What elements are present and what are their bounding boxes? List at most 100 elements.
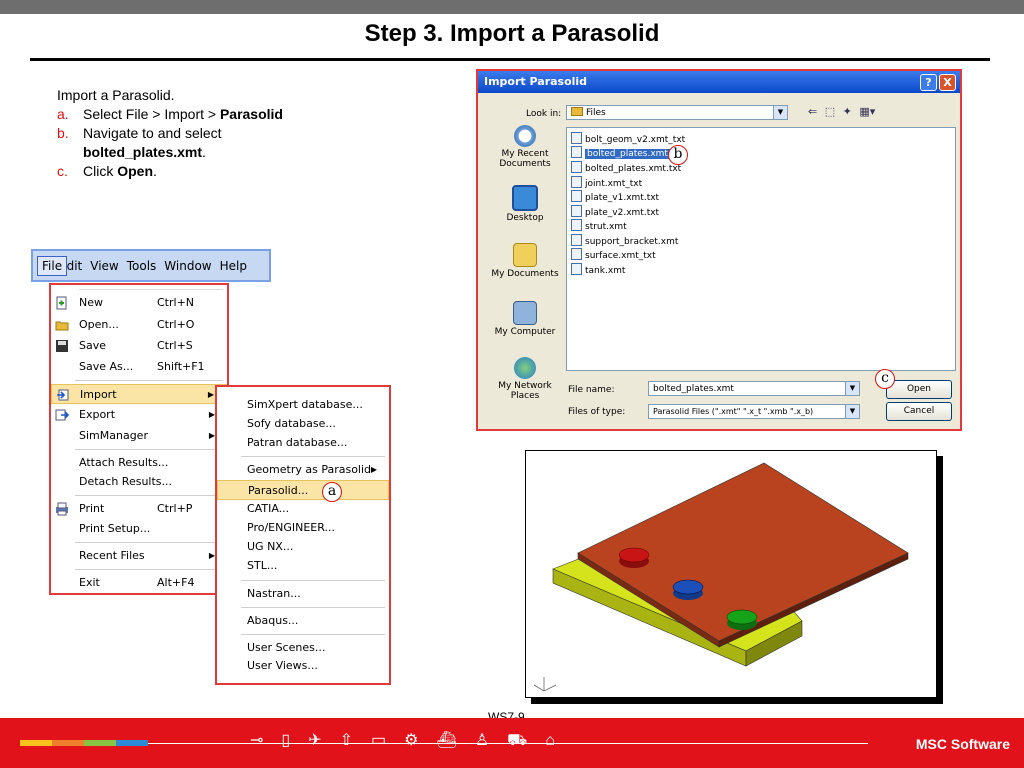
menu-item-exit[interactable]: Exit Alt+F4 (51, 573, 227, 593)
menu-item-simmanager[interactable]: SimManager ▶ (51, 426, 227, 446)
print-icon (56, 502, 68, 516)
menu-item-new[interactable]: New Ctrl+N (51, 293, 227, 313)
back-icon[interactable]: ⇐ (808, 105, 817, 118)
red-bolt (618, 547, 650, 563)
menu-tools[interactable]: Tools (123, 257, 161, 275)
place-my-recent-documents[interactable]: My Recent Documents (486, 125, 564, 169)
file-icon (571, 176, 582, 188)
place-my-network-places[interactable]: My Network Places (486, 357, 564, 401)
submenu-arrow-icon: ▶ (207, 390, 214, 399)
menu-item-print-setup[interactable]: Print Setup... (51, 519, 227, 539)
msc-software-logo: MSC Software (915, 736, 1010, 752)
menu-separator (75, 542, 223, 543)
green-bolt (726, 609, 758, 625)
menu-item-recent-files[interactable]: Recent Files ▶ (51, 546, 227, 566)
industry-icons: ⊸▯✈⇧▭⚙⛴♙⛟⌂ (250, 730, 573, 751)
file-menu: New Ctrl+N Open... Ctrl+O Save Ctrl+S Save … (49, 283, 229, 595)
file-item[interactable]: strut.xmt (571, 219, 627, 233)
truck-icon: ⛟ (507, 732, 546, 749)
menu-item-catia[interactable]: CATIA... (217, 499, 389, 519)
menu-item-attach-results[interactable]: Attach Results... (51, 453, 227, 473)
slide-title: Step 3. Import a Parasolid (364, 20, 660, 47)
menu-separator (241, 580, 385, 581)
menu-view[interactable]: View (86, 257, 122, 275)
person-icon: ♙ (474, 732, 508, 749)
menu-item-ug-nx[interactable]: UG NX... (217, 537, 389, 557)
file-icon (571, 190, 582, 202)
menu-item-abaqus[interactable]: Abaqus... (217, 611, 389, 631)
file-item[interactable]: plate_v2.xmt.txt (571, 205, 659, 219)
step-c: c. Click Open. (57, 162, 283, 181)
export-icon (55, 409, 69, 421)
file-item[interactable]: bolted_plates.xmt.txt (571, 161, 681, 175)
file-icon (571, 263, 582, 275)
file-list[interactable]: bolt_geom_v2.xmt_txt bolted_plates.xmt b… (566, 127, 956, 371)
callout-a: a (322, 482, 342, 502)
menu-item-detach-results[interactable]: Detach Results... (51, 472, 227, 492)
file-icon (571, 219, 582, 231)
step-text: Click Open. (83, 163, 157, 179)
file-item[interactable]: support_bracket.xmt (571, 234, 678, 248)
file-item[interactable]: surface.xmt_txt (571, 248, 656, 262)
toolbar-icons: ⇐ ⬚ ✦ ▦▾ (808, 105, 875, 118)
menu-item-save-as[interactable]: Save As... Shift+F1 (51, 357, 227, 377)
menu-item-save[interactable]: Save Ctrl+S (51, 336, 227, 356)
close-button[interactable]: X (939, 74, 956, 91)
axis-triad-icon (533, 677, 557, 692)
menu-help[interactable]: Help (216, 257, 251, 275)
folder-icon (571, 107, 583, 116)
help-button[interactable]: ? (920, 74, 937, 91)
menu-item-geometry-as-parasolid[interactable]: Geometry as Parasolid ▶ (217, 460, 389, 480)
place-my-computer[interactable]: My Computer (486, 301, 564, 337)
menu-item-sofy-database[interactable]: Sofy database... (217, 414, 389, 434)
airplane-icon: ✈ (308, 732, 340, 749)
file-item[interactable]: plate_v1.xmt.txt (571, 190, 659, 204)
menu-item-user-scenes[interactable]: User Scenes... (217, 638, 389, 658)
step-letter: b. (57, 125, 69, 141)
chevron-down-icon: ▼ (845, 405, 859, 418)
menu-item-user-views[interactable]: User Views... (217, 656, 389, 676)
open-folder-icon (55, 321, 69, 331)
file-name-input[interactable]: bolted_plates.xmt ▼ (648, 381, 860, 396)
file-name-label: File name: (568, 385, 615, 395)
file-icon (571, 132, 582, 144)
import-parasolid-dialog: Import Parasolid ? X Look in: Files ▼ ⇐ … (476, 69, 962, 431)
menu-item-patran-database[interactable]: Patran database... (217, 433, 389, 453)
up-folder-icon[interactable]: ⬚ (825, 105, 835, 118)
file-item[interactable]: bolt_geom_v2.xmt_txt (571, 132, 685, 146)
blue-bolt (672, 579, 704, 595)
file-item[interactable]: joint.xmt_txt (571, 176, 642, 190)
menu-item-export[interactable]: Export ▶ (51, 405, 227, 425)
menu-item-print[interactable]: Print Ctrl+P (51, 499, 227, 519)
place-my-documents[interactable]: My Documents (486, 243, 564, 279)
model-viewport (525, 450, 937, 698)
menu-item-nastran[interactable]: Nastran... (217, 584, 389, 604)
bolted-plates-model (533, 462, 909, 692)
look-in-dropdown[interactable]: Files ▼ (566, 105, 788, 120)
instructions-intro: Import a Parasolid. (57, 87, 175, 103)
file-type-dropdown[interactable]: Parasolid Files (".xmt" ".x_t ".xmb ".x_… (648, 404, 860, 419)
menu-item-simxpert-database[interactable]: SimXpert database... (217, 395, 389, 415)
menu-item-parasolid[interactable]: Parasolid... (217, 480, 389, 500)
look-in-label: Look in: (526, 109, 562, 119)
my-computer-icon (513, 301, 537, 325)
menu-item-pro-engineer[interactable]: Pro/ENGINEER... (217, 518, 389, 538)
menu-separator (241, 634, 385, 635)
menu-item-open[interactable]: Open... Ctrl+O (51, 315, 227, 335)
phone-icon: ▯ (281, 732, 309, 749)
menu-window[interactable]: Window (160, 257, 215, 275)
place-desktop[interactable]: Desktop (486, 185, 564, 223)
file-item[interactable]: tank.xmt (571, 263, 625, 277)
save-icon (56, 340, 68, 352)
menu-file[interactable]: File (37, 255, 68, 276)
new-folder-icon[interactable]: ✦ (843, 105, 852, 118)
step-text: Select File > Import > Parasolid (83, 106, 283, 122)
open-button[interactable]: Open (886, 380, 952, 399)
menu-item-import[interactable]: Import ▶ (51, 384, 227, 404)
view-menu-icon[interactable]: ▦▾ (859, 105, 875, 118)
file-item-selected[interactable]: bolted_plates.xmt (571, 146, 670, 160)
menu-item-stl[interactable]: STL... (217, 556, 389, 576)
my-documents-icon (513, 243, 537, 267)
cancel-button[interactable]: Cancel (886, 402, 952, 421)
menu-separator (241, 607, 385, 608)
